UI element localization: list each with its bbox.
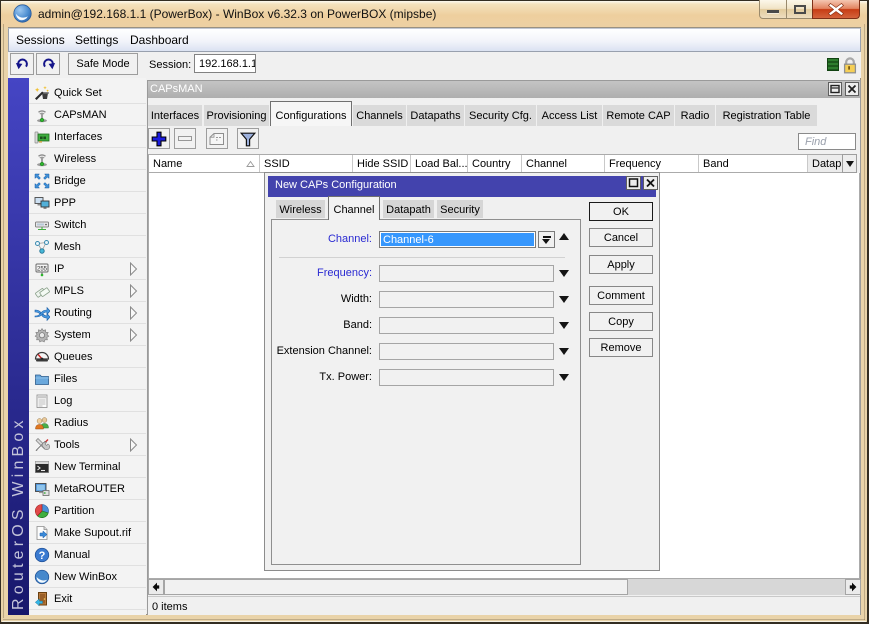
- svg-text:?: ?: [39, 550, 46, 562]
- svg-text:255: 255: [37, 267, 48, 273]
